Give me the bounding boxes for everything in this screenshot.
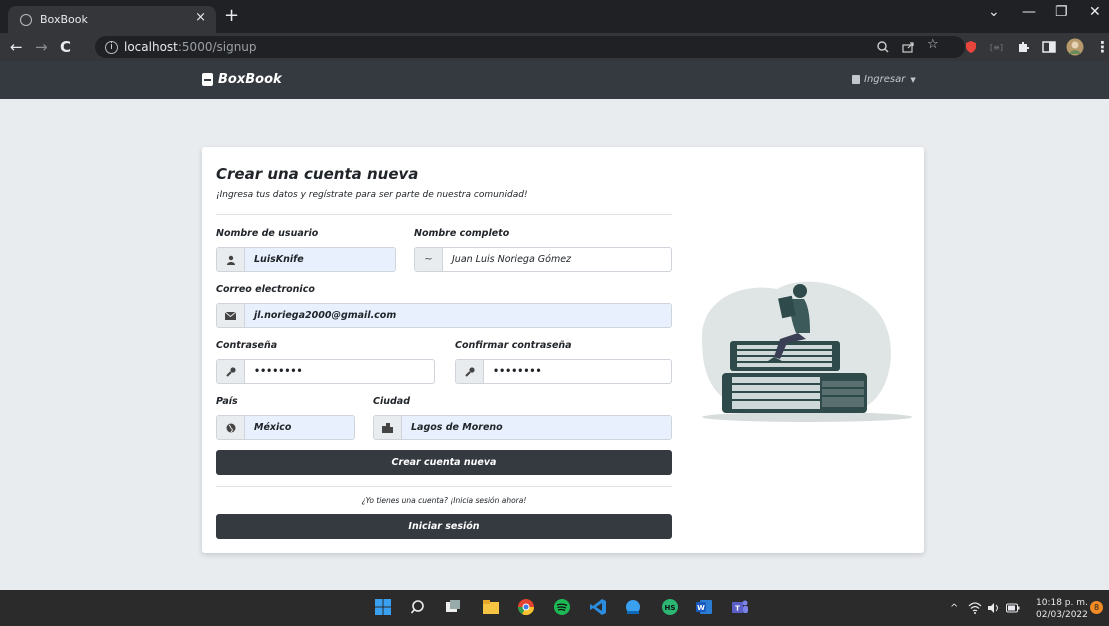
caret-down-icon: ▼ <box>910 75 916 84</box>
signup-card: Crear una cuenta nueva ¡Ingresa tus dato… <box>202 147 924 553</box>
reload-icon[interactable]: C <box>60 38 71 56</box>
username-label: Nombre de usuario <box>216 228 319 239</box>
city-value: Lagos de Moreno <box>402 416 671 439</box>
city-field[interactable]: Lagos de Moreno <box>373 415 672 440</box>
app-icon[interactable] <box>624 598 642 616</box>
country-select[interactable]: México <box>216 415 355 440</box>
chrome-icon[interactable] <box>517 598 535 616</box>
battery-icon[interactable] <box>1006 603 1020 613</box>
envelope-icon <box>217 304 245 327</box>
divider <box>216 486 672 487</box>
book-icon <box>202 73 213 86</box>
svg-text:HS: HS <box>665 604 676 612</box>
file-explorer-icon[interactable] <box>482 598 500 616</box>
email-value: jl.noriega2000@gmail.com <box>245 304 671 327</box>
vscode-icon[interactable] <box>589 598 607 616</box>
url-host: localhost <box>124 40 178 54</box>
password-field[interactable]: •••••••• <box>216 359 435 384</box>
username-value: LuisKnife <box>245 248 395 271</box>
word-icon[interactable]: W <box>695 598 713 616</box>
share-icon[interactable] <box>901 40 915 54</box>
wifi-icon[interactable] <box>968 602 982 614</box>
chevron-up-icon[interactable]: ^ <box>950 603 958 614</box>
clock-time: 10:18 p. m. <box>1036 598 1088 608</box>
url-bar[interactable]: i localhost :5000/signup <box>95 36 965 58</box>
spotify-icon[interactable] <box>553 598 571 616</box>
brand-link[interactable]: BoxBook <box>202 72 282 87</box>
hs-app-icon[interactable]: HS <box>661 598 679 616</box>
fullname-value: Juan Luis Noriega Gómez <box>452 254 572 265</box>
password-label: Contraseña <box>216 340 278 351</box>
new-tab-button[interactable]: + <box>224 5 239 26</box>
page-title: Crear una cuenta nueva <box>216 165 419 183</box>
reading-illustration <box>702 281 912 422</box>
clock-date: 02/03/2022 <box>1036 610 1088 620</box>
country-label: País <box>216 396 238 407</box>
bookmark-star-icon[interactable]: ☆ <box>927 37 941 52</box>
profile-avatar-icon[interactable] <box>1066 38 1084 56</box>
extension-shield-icon[interactable] <box>964 40 978 54</box>
minimize-button[interactable]: — <box>1022 4 1036 20</box>
signature-icon: ~ <box>415 248 443 271</box>
user-icon <box>217 248 245 271</box>
browser-tab[interactable]: o BoxBook × <box>8 6 216 33</box>
task-view-icon[interactable] <box>444 598 462 616</box>
url-path: :5000/signup <box>177 40 257 54</box>
country-value: México <box>245 416 354 439</box>
notification-badge[interactable]: 8 <box>1090 601 1103 614</box>
side-panel-icon[interactable] <box>1042 40 1056 54</box>
city-icon <box>374 416 402 439</box>
back-icon[interactable]: ← <box>10 38 23 56</box>
globe-icon: o <box>20 13 32 26</box>
menu-kebab-icon[interactable]: ⋮ <box>1095 38 1109 56</box>
windows-start-icon[interactable] <box>374 598 392 616</box>
fullname-field[interactable]: ~ Juan Luis Noriega Gómez <box>414 247 672 272</box>
login-dropdown[interactable]: Ingresar ▼ <box>852 74 916 85</box>
svg-text:T: T <box>735 605 740 613</box>
key-icon <box>456 360 484 383</box>
extension-icon[interactable]: [≡] <box>990 43 1004 57</box>
volume-icon[interactable] <box>987 602 1000 614</box>
login-label: Ingresar <box>864 74 906 85</box>
username-field[interactable]: LuisKnife <box>216 247 396 272</box>
brand-name: BoxBook <box>218 72 282 87</box>
zoom-icon[interactable] <box>876 40 890 54</box>
confirm-password-field[interactable]: •••••••• <box>455 359 672 384</box>
puzzle-icon[interactable] <box>1016 40 1030 54</box>
login-button[interactable]: Iniciar sesión <box>216 514 672 539</box>
svg-text:W: W <box>697 604 705 612</box>
search-icon[interactable] <box>410 598 428 616</box>
email-field[interactable]: jl.noriega2000@gmail.com <box>216 303 672 328</box>
login-icon <box>852 75 860 84</box>
email-label: Correo electronico <box>216 284 315 295</box>
key-icon <box>217 360 245 383</box>
tab-close-button[interactable]: × <box>195 10 206 25</box>
city-label: Ciudad <box>373 396 411 407</box>
globe-icon <box>217 416 245 439</box>
create-account-button[interactable]: Crear cuenta nueva <box>216 450 672 475</box>
divider <box>216 214 672 215</box>
site-info-icon[interactable]: i <box>105 40 118 54</box>
restore-button[interactable]: ❐ <box>1055 4 1068 20</box>
confirm-password-label: Confirmar contraseña <box>455 340 572 351</box>
browser-tab-bar: o BoxBook × + ⌄ — ❐ ✕ <box>0 0 1109 33</box>
fullname-label: Nombre completo <box>414 228 510 239</box>
forward-icon[interactable]: → <box>35 38 48 56</box>
password-value: •••••••• <box>254 366 303 377</box>
have-account-link[interactable]: ¿Yo tienes una cuenta? ¡Inicia sesión ah… <box>216 496 672 505</box>
app-navbar: BoxBook Ingresar ▼ <box>0 61 1109 99</box>
page-subtitle: ¡Ingresa tus datos y regístrate para ser… <box>216 190 528 200</box>
teams-icon[interactable]: T <box>731 598 749 616</box>
tab-title: BoxBook <box>40 13 88 26</box>
close-window-button[interactable]: ✕ <box>1089 4 1101 20</box>
tab-search-icon[interactable]: ⌄ <box>988 4 1000 20</box>
confirm-password-value: •••••••• <box>493 366 542 377</box>
system-clock[interactable]: 10:18 p. m. 02/03/2022 <box>1036 597 1088 621</box>
address-toolbar: ← → C i localhost :5000/signup ☆ [≡] ⋮ <box>0 33 1109 61</box>
